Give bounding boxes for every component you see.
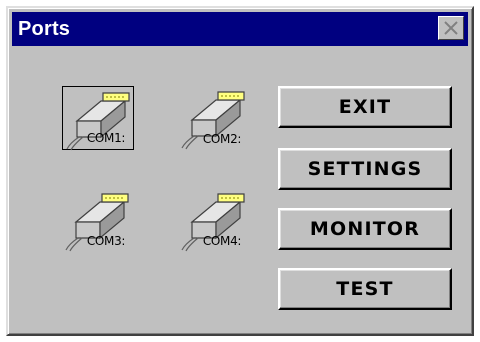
port-com2[interactable]: COM2: [178,86,250,150]
ports-window: Ports COM1: COM2: COM3: COM4: EXIT SETTI… [6,6,474,336]
monitor-button[interactable]: MONITOR [278,208,452,250]
port-label: COM1: [86,131,126,145]
window-title: Ports [18,17,71,40]
exit-button[interactable]: EXIT [278,86,452,128]
title-bar[interactable]: Ports [12,12,468,46]
port-label: COM3: [86,234,126,248]
test-button[interactable]: TEST [278,268,452,310]
settings-button[interactable]: SETTINGS [278,148,452,190]
port-com4[interactable]: COM4: [178,188,250,252]
port-com1[interactable]: COM1: [62,86,134,151]
close-button[interactable] [438,16,464,40]
port-label: COM2: [202,132,242,146]
close-icon [443,21,459,35]
port-label: COM4: [202,234,242,248]
port-com3[interactable]: COM3: [62,188,134,252]
